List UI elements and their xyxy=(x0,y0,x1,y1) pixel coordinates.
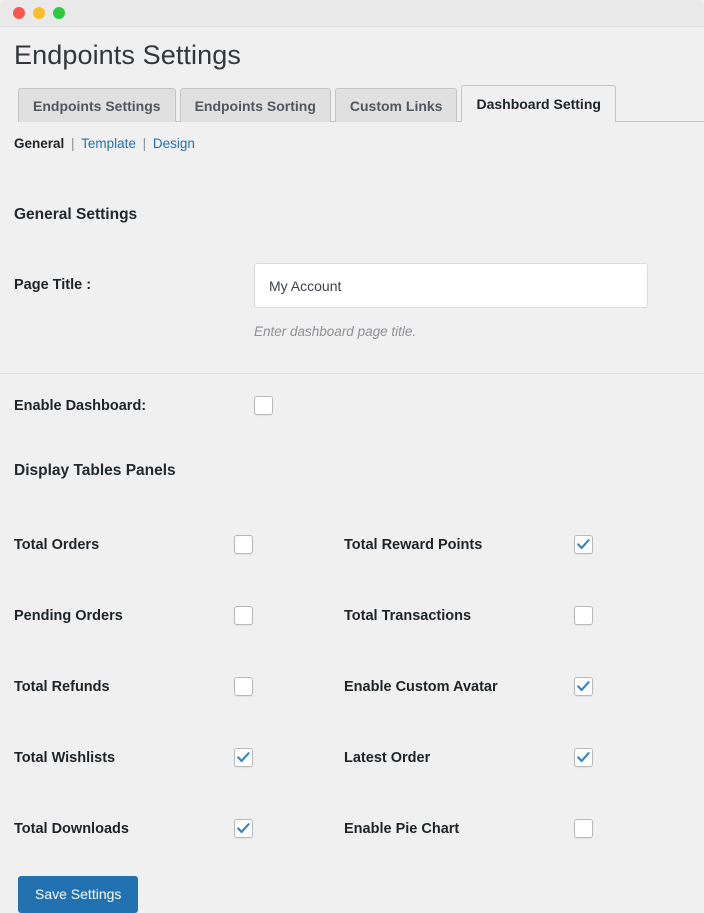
panel-label: Total Orders xyxy=(14,536,100,553)
page-title-input[interactable] xyxy=(254,263,648,308)
panel-cell-total-wishlists: Total Wishlists xyxy=(14,748,344,767)
panel-cell-latest-order: Latest Order xyxy=(344,748,674,767)
page-title: Endpoints Settings xyxy=(14,40,241,70)
save-settings-button[interactable]: Save Settings xyxy=(18,876,139,913)
panel-row: Total Downloads Enable Pie Chart xyxy=(14,793,704,864)
enable-dashboard-checkbox[interactable] xyxy=(254,396,273,415)
subnav-separator: | xyxy=(142,136,147,151)
section-divider xyxy=(0,373,704,374)
tab-dashboard-setting[interactable]: Dashboard Setting xyxy=(461,85,616,123)
panel-cell-total-transactions: Total Transactions xyxy=(344,606,674,625)
panel-row: Pending Orders Total Transactions xyxy=(14,580,704,651)
page-title-help-text: Enter dashboard page title. xyxy=(254,324,417,339)
form-actions: Save Settings xyxy=(0,876,704,913)
settings-page: Endpoints Settings Endpoints Settings En… xyxy=(0,27,704,913)
tab-label: Dashboard Setting xyxy=(476,96,601,112)
checkbox-enable-pie-chart[interactable] xyxy=(574,819,593,838)
check-icon xyxy=(577,752,590,763)
checkbox-total-reward-points[interactable] xyxy=(574,535,593,554)
tab-endpoints-sorting[interactable]: Endpoints Sorting xyxy=(179,88,331,122)
panel-cell-total-downloads: Total Downloads xyxy=(14,819,344,838)
subnav-item-design[interactable]: Design xyxy=(153,136,195,151)
panel-label: Total Refunds xyxy=(14,678,110,695)
subnav-item-template[interactable]: Template xyxy=(81,136,136,151)
tab-custom-links[interactable]: Custom Links xyxy=(334,88,458,122)
panels-grid: Total Orders Total Reward Points Pending… xyxy=(0,509,704,864)
check-icon xyxy=(237,823,250,834)
window-maximize-button[interactable] xyxy=(53,7,65,19)
checkbox-latest-order[interactable] xyxy=(574,748,593,767)
panel-cell-total-reward-points: Total Reward Points xyxy=(344,535,674,554)
checkbox-total-refunds[interactable] xyxy=(234,677,253,696)
panel-cell-enable-pie-chart: Enable Pie Chart xyxy=(344,819,674,838)
tab-label: Custom Links xyxy=(349,97,443,114)
panel-cell-enable-custom-avatar: Enable Custom Avatar xyxy=(344,677,674,696)
panel-label: Pending Orders xyxy=(14,607,123,624)
page-title-label: Page Title : xyxy=(14,277,92,293)
checkbox-enable-custom-avatar[interactable] xyxy=(574,677,593,696)
enable-dashboard-label: Enable Dashboard: xyxy=(14,397,147,414)
checkbox-total-downloads[interactable] xyxy=(234,819,253,838)
display-tables-panels-heading: Display Tables Panels xyxy=(14,462,176,479)
panel-label: Latest Order xyxy=(344,749,431,766)
tab-endpoints-settings[interactable]: Endpoints Settings xyxy=(18,88,176,122)
panel-label: Enable Custom Avatar xyxy=(344,678,498,695)
tab-label: Endpoints Sorting xyxy=(194,97,316,114)
general-settings-section: General Settings Page Title : Enter dash… xyxy=(0,153,704,341)
panel-label: Total Reward Points xyxy=(344,536,483,553)
tab-bar: Endpoints Settings Endpoints Sorting Cus… xyxy=(0,85,704,123)
panel-label: Total Wishlists xyxy=(14,749,116,766)
panel-row: Total Orders Total Reward Points xyxy=(14,509,704,580)
window-minimize-button[interactable] xyxy=(33,7,45,19)
check-icon xyxy=(577,539,590,550)
subnav: General | Template | Design xyxy=(0,122,704,153)
checkbox-total-orders[interactable] xyxy=(234,535,253,554)
check-icon xyxy=(237,752,250,763)
panel-label: Enable Pie Chart xyxy=(344,820,460,837)
panel-label: Total Transactions xyxy=(344,607,472,624)
checkbox-total-transactions[interactable] xyxy=(574,606,593,625)
subnav-item-general[interactable]: General xyxy=(14,136,64,151)
panel-cell-total-refunds: Total Refunds xyxy=(14,677,344,696)
app-window: Endpoints Settings Endpoints Settings En… xyxy=(0,0,704,913)
tab-label: Endpoints Settings xyxy=(33,97,161,114)
enable-dashboard-row: Enable Dashboard: xyxy=(0,396,704,415)
panel-row: Total Wishlists Latest Order xyxy=(14,722,704,793)
panel-cell-total-orders: Total Orders xyxy=(14,535,344,554)
check-icon xyxy=(577,681,590,692)
checkbox-total-wishlists[interactable] xyxy=(234,748,253,767)
window-titlebar xyxy=(0,0,704,27)
window-close-button[interactable] xyxy=(13,7,25,19)
checkbox-pending-orders[interactable] xyxy=(234,606,253,625)
general-settings-heading: General Settings xyxy=(14,206,138,223)
panel-cell-pending-orders: Pending Orders xyxy=(14,606,344,625)
page-title-control: Enter dashboard page title. xyxy=(254,263,704,341)
panel-row: Total Refunds Enable Custom Avatar xyxy=(14,651,704,722)
panel-label: Total Downloads xyxy=(14,820,129,837)
subnav-separator: | xyxy=(71,136,75,151)
page-title-field-row: Page Title : Enter dashboard page title. xyxy=(0,263,704,341)
